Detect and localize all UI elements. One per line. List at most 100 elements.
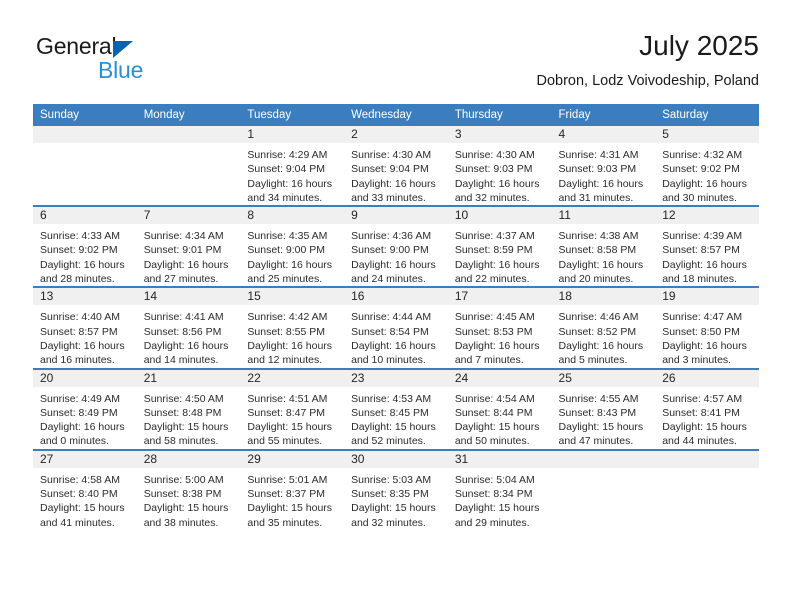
daylight-text-line1: Daylight: 16 hours [662, 339, 747, 352]
sunset-text: Sunset: 8:40 PM [40, 488, 118, 501]
calendar-cell-day[interactable]: 4 Sunrise: 4:31 AM Sunset: 9:03 PM Daylight… [551, 126, 656, 206]
sunset-text: Sunset: 8:53 PM [454, 325, 533, 338]
day-number: 30 [344, 450, 448, 468]
calendar-cell-day[interactable]: 1 Sunrise: 4:29 AM Sunset: 9:04 PM Daylight… [240, 126, 345, 206]
sunrise-text: Sunrise: 4:34 AM [143, 230, 224, 243]
daylight-text-line2: and 27 minutes. [143, 273, 219, 286]
day-number [136, 126, 241, 143]
daylight-text-line1: Daylight: 16 hours [247, 258, 333, 271]
daylight-text-line2: and 58 minutes. [143, 435, 219, 448]
calendar-cell-day[interactable]: 12 Sunrise: 4:39 AM Sunset: 8:57 PM Dayligh… [655, 205, 759, 288]
daylight-text-line1: Daylight: 15 hours [662, 421, 747, 434]
calendar-cell-day[interactable]: 29 Sunrise: 5:01 AM Sunset: 8:37 PM Dayligh… [240, 448, 345, 530]
daylight-text-line2: and 41 minutes. [40, 516, 115, 529]
daylight-text-line2: and 34 minutes. [247, 191, 323, 204]
daylight-text-line2: and 32 minutes. [454, 191, 530, 204]
daylight-text-line1: Daylight: 16 hours [143, 258, 229, 271]
calendar-cell-day[interactable]: 13 Sunrise: 4:40 AM Sunset: 8:57 PM Dayligh… [33, 286, 137, 369]
daylight-text-line2: and 44 minutes. [662, 435, 737, 448]
sunrise-text: Sunrise: 4:42 AM [247, 311, 328, 324]
sunset-text: Sunset: 8:49 PM [40, 406, 118, 419]
sunset-text: Sunset: 9:04 PM [351, 163, 429, 176]
day-cell: 29 Sunrise: 5:01 AM Sunset: 8:37 PM Dayligh… [240, 450, 345, 530]
day-number: 22 [240, 369, 345, 387]
sunrise-text: Sunrise: 4:53 AM [351, 392, 432, 405]
sunrise-text: Sunrise: 5:03 AM [351, 473, 432, 486]
daylight-text-line2: and 24 minutes. [351, 273, 426, 286]
daylight-text-line1: Daylight: 16 hours [662, 177, 747, 190]
sun-info [33, 143, 137, 148]
calendar-cell-day[interactable]: 6 Sunrise: 4:33 AM Sunset: 9:02 PM Daylight… [33, 205, 137, 288]
calendar-cell-day[interactable]: 18 Sunrise: 4:46 AM Sunset: 8:52 PM Dayligh… [551, 286, 656, 369]
calendar-cell-day[interactable]: 31 Sunrise: 5:04 AM Sunset: 8:34 PM Dayligh… [447, 448, 552, 530]
calendar-cell-day[interactable]: 16 Sunrise: 4:44 AM Sunset: 8:54 PM Dayligh… [344, 286, 448, 369]
calendar-week-row: 13 Sunrise: 4:40 AM Sunset: 8:57 PM Dayligh… [33, 286, 759, 369]
daylight-text-line2: and 20 minutes. [558, 273, 634, 286]
day-cell: 9 Sunrise: 4:36 AM Sunset: 9:00 PM Daylight… [344, 207, 448, 286]
calendar-cell-day[interactable]: 10 Sunrise: 4:37 AM Sunset: 8:59 PM Dayligh… [447, 205, 552, 288]
logo-general-blue[interactable]: General Blue [36, 33, 296, 89]
calendar-cell-day[interactable]: 3 Sunrise: 4:30 AM Sunset: 9:03 PM Daylight… [447, 126, 552, 206]
calendar-cell-day[interactable]: 5 Sunrise: 4:32 AM Sunset: 9:02 PM Daylight… [655, 126, 759, 206]
day-number: 26 [655, 369, 759, 387]
sunrise-text: Sunrise: 5:01 AM [247, 473, 328, 486]
sunset-text: Sunset: 8:50 PM [662, 325, 740, 338]
calendar-cell-day[interactable]: 2 Sunrise: 4:30 AM Sunset: 9:04 PM Daylight… [344, 126, 448, 206]
calendar-cell-empty [551, 448, 656, 530]
daylight-text-line1: Daylight: 15 hours [351, 502, 436, 515]
sunrise-text: Sunrise: 4:40 AM [40, 311, 120, 324]
sunset-text: Sunset: 8:34 PM [454, 488, 533, 501]
calendar-cell-day[interactable]: 30 Sunrise: 5:03 AM Sunset: 8:35 PM Dayligh… [344, 448, 448, 530]
sun-info: Sunrise: 4:33 AM Sunset: 9:02 PM Daylight:… [33, 224, 137, 286]
daylight-text-line1: Daylight: 16 hours [558, 339, 644, 352]
day-cell: 6 Sunrise: 4:33 AM Sunset: 9:02 PM Daylight… [33, 207, 137, 286]
sunrise-text: Sunrise: 4:30 AM [454, 149, 535, 161]
calendar-cell-day[interactable]: 8 Sunrise: 4:35 AM Sunset: 9:00 PM Daylight… [240, 205, 345, 288]
daylight-text-line2: and 12 minutes. [247, 354, 323, 367]
daylight-text-line2: and 18 minutes. [662, 273, 737, 286]
daylight-text-line2: and 3 minutes. [662, 354, 732, 367]
calendar-cell-day[interactable]: 11 Sunrise: 4:38 AM Sunset: 8:58 PM Dayligh… [551, 205, 656, 288]
day-number: 17 [447, 288, 552, 306]
sun-info [552, 468, 656, 473]
calendar-cell-day[interactable]: 25 Sunrise: 4:55 AM Sunset: 8:43 PM Dayligh… [551, 367, 656, 450]
day-number: 6 [33, 207, 137, 225]
calendar-cell-day[interactable]: 7 Sunrise: 4:34 AM Sunset: 9:01 PM Daylight… [136, 205, 241, 288]
calendar-cell-day[interactable]: 21 Sunrise: 4:50 AM Sunset: 8:48 PM Dayligh… [136, 367, 241, 450]
sunset-text: Sunset: 8:48 PM [143, 406, 222, 419]
calendar-cell-day[interactable]: 24 Sunrise: 4:54 AM Sunset: 8:44 PM Dayligh… [447, 367, 552, 450]
calendar-cell-day[interactable]: 27 Sunrise: 4:58 AM Sunset: 8:40 PM Dayligh… [33, 448, 137, 530]
calendar-cell-day[interactable]: 15 Sunrise: 4:42 AM Sunset: 8:55 PM Dayligh… [240, 286, 345, 369]
day-cell [655, 450, 759, 530]
day-number: 25 [551, 369, 656, 387]
sun-info [655, 468, 759, 473]
calendar-cell-day[interactable]: 9 Sunrise: 4:36 AM Sunset: 9:00 PM Daylight… [344, 205, 448, 288]
calendar-cell-day[interactable]: 23 Sunrise: 4:53 AM Sunset: 8:45 PM Dayligh… [344, 367, 448, 450]
calendar-cell-day[interactable]: 17 Sunrise: 4:45 AM Sunset: 8:53 PM Dayligh… [447, 286, 552, 369]
daylight-text-line1: Daylight: 16 hours [351, 258, 436, 271]
sunset-text: Sunset: 8:43 PM [558, 406, 637, 419]
calendar-cell-empty [655, 448, 759, 530]
calendar-cell-day[interactable]: 20 Sunrise: 4:49 AM Sunset: 8:49 PM Dayligh… [33, 367, 137, 450]
calendar-week-row: 20 Sunrise: 4:49 AM Sunset: 8:49 PM Dayligh… [33, 367, 759, 450]
sun-info: Sunrise: 4:39 AM Sunset: 8:57 PM Daylight:… [655, 224, 759, 286]
calendar-cell-day[interactable]: 28 Sunrise: 5:00 AM Sunset: 8:38 PM Dayligh… [136, 448, 241, 530]
calendar-cell-day[interactable]: 14 Sunrise: 4:41 AM Sunset: 8:56 PM Dayligh… [136, 286, 241, 369]
weekday-header-tuesday: Tuesday [240, 104, 345, 126]
sunrise-text: Sunrise: 4:47 AM [662, 311, 743, 324]
calendar-cell-day[interactable]: 26 Sunrise: 4:57 AM Sunset: 8:41 PM Dayligh… [655, 367, 759, 450]
day-cell: 19 Sunrise: 4:47 AM Sunset: 8:50 PM Dayligh… [655, 288, 759, 367]
calendar-week-row: 6 Sunrise: 4:33 AM Sunset: 9:02 PM Daylight… [33, 205, 759, 288]
sun-info: Sunrise: 5:04 AM Sunset: 8:34 PM Daylight:… [448, 468, 552, 530]
day-cell [33, 126, 137, 205]
daylight-text-line2: and 50 minutes. [454, 435, 530, 448]
day-number: 5 [655, 126, 759, 143]
sunrise-text: Sunrise: 4:46 AM [558, 311, 639, 324]
calendar-cell-day[interactable]: 19 Sunrise: 4:47 AM Sunset: 8:50 PM Dayligh… [655, 286, 759, 369]
calendar-cell-day[interactable]: 22 Sunrise: 4:51 AM Sunset: 8:47 PM Dayligh… [240, 367, 345, 450]
sun-info: Sunrise: 4:29 AM Sunset: 9:04 PM Daylight:… [240, 143, 344, 205]
day-number: 27 [33, 450, 137, 468]
daylight-text-line2: and 35 minutes. [247, 516, 323, 529]
daylight-text-line2: and 5 minutes. [558, 354, 628, 367]
daylight-text-line2: and 55 minutes. [247, 435, 323, 448]
